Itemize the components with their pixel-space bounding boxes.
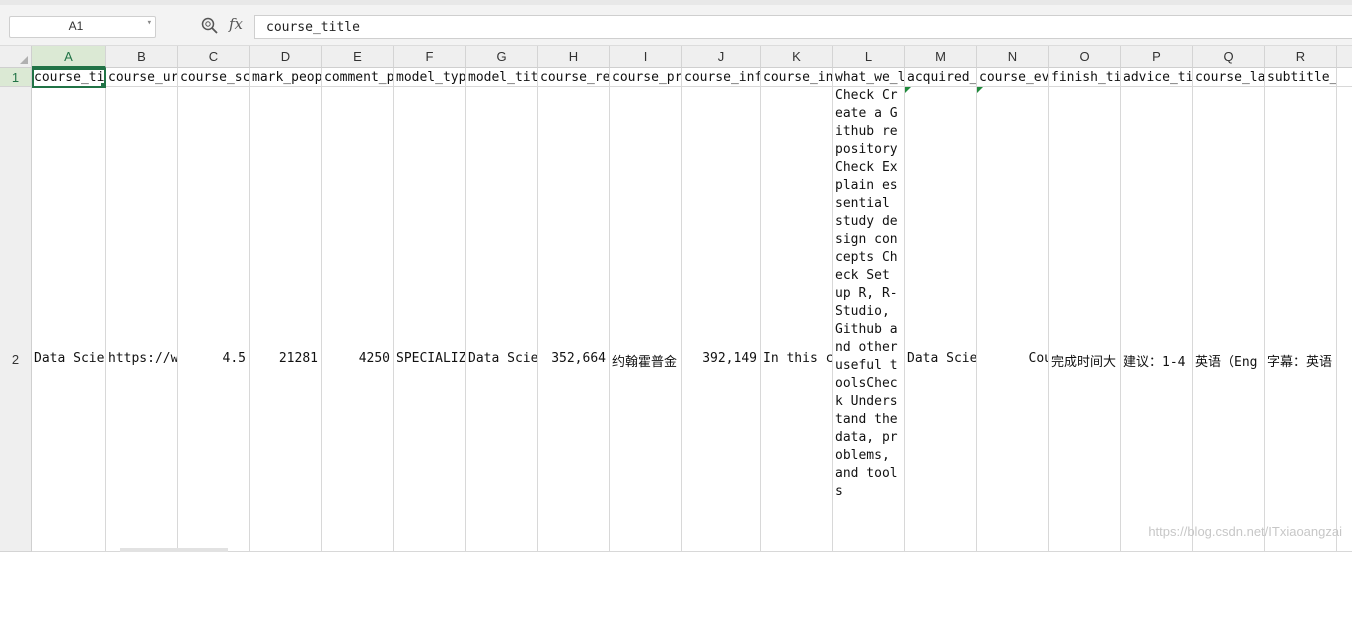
cell-q1[interactable]: course_la bbox=[1193, 68, 1265, 87]
column-header-i[interactable]: I bbox=[610, 46, 682, 68]
chevron-down-icon[interactable]: ▾ bbox=[147, 18, 152, 28]
select-all-corner[interactable] bbox=[0, 46, 32, 68]
column-header-r[interactable]: R bbox=[1265, 46, 1337, 68]
comment-indicator-icon bbox=[977, 87, 983, 93]
cell-q2[interactable]: 英语（Eng bbox=[1193, 87, 1265, 552]
horizontal-scrollbar[interactable] bbox=[120, 548, 228, 552]
cell-g2[interactable]: Data Scie bbox=[466, 87, 538, 552]
column-header-b[interactable]: B bbox=[106, 46, 178, 68]
cell-i1[interactable]: course_pr bbox=[610, 68, 682, 87]
column-header-a[interactable]: A bbox=[32, 46, 106, 68]
cell-p1[interactable]: advice_ti bbox=[1121, 68, 1193, 87]
cell-h2-value: 352,664 bbox=[551, 351, 606, 366]
cell-l2[interactable]: Check Create a Github repositoryCheck Ex… bbox=[833, 87, 905, 552]
column-header-j[interactable]: J bbox=[682, 46, 761, 68]
cell-d1[interactable]: mark_peop bbox=[250, 68, 322, 87]
cell-j2-value: 392,149 bbox=[702, 351, 757, 366]
cell-e1[interactable]: comment_p bbox=[322, 68, 394, 87]
column-header-s[interactable] bbox=[1337, 46, 1352, 68]
column-header-l[interactable]: L bbox=[833, 46, 905, 68]
column-header-c[interactable]: C bbox=[178, 46, 250, 68]
function-icon[interactable]: fx bbox=[229, 15, 243, 33]
cell-g1[interactable]: model_tit bbox=[466, 68, 538, 87]
cell-r2[interactable]: 字幕：英语 bbox=[1265, 87, 1337, 552]
name-box[interactable]: A1 ▾ bbox=[9, 16, 156, 38]
cell-c2[interactable]: 4.5 bbox=[178, 87, 250, 552]
cell-h1[interactable]: course_re bbox=[538, 68, 610, 87]
fill-handle[interactable] bbox=[101, 83, 106, 88]
cell-n2[interactable]: Cou bbox=[977, 87, 1049, 552]
cell-b2[interactable]: https://w bbox=[106, 87, 178, 552]
cell-e2-value: 4250 bbox=[358, 351, 390, 366]
zoom-search-icon[interactable] bbox=[200, 16, 220, 36]
name-box-value: A1 bbox=[68, 19, 84, 33]
cell-l1[interactable]: what_we_l bbox=[833, 68, 905, 87]
cell-o2[interactable]: 完成时间大 bbox=[1049, 87, 1121, 552]
cell-m1[interactable]: acquired_ bbox=[905, 68, 977, 87]
watermark: https://blog.csdn.net/ITxiaoangzai bbox=[1148, 524, 1342, 539]
cell-n2-value: Cou bbox=[1028, 351, 1048, 366]
column-header-m[interactable]: M bbox=[905, 46, 977, 68]
toolbar-strip bbox=[0, 0, 1352, 5]
cell-o2-value: 完成时间大 bbox=[1051, 355, 1117, 370]
column-header-e[interactable]: E bbox=[322, 46, 394, 68]
cell-j2[interactable]: 392,149 bbox=[682, 87, 761, 552]
cell-b1[interactable]: course_ur bbox=[106, 68, 178, 87]
cell-k1[interactable]: course_in bbox=[761, 68, 833, 87]
cell-r2-value: 字幕：英语 bbox=[1267, 355, 1333, 370]
column-header-g[interactable]: G bbox=[466, 46, 538, 68]
formula-bar[interactable]: course_title bbox=[254, 15, 1352, 39]
column-header-p[interactable]: P bbox=[1121, 46, 1193, 68]
column-header-f[interactable]: F bbox=[394, 46, 466, 68]
cell-b2-value: https://w bbox=[108, 351, 178, 366]
cell-j1[interactable]: course_inf bbox=[682, 68, 761, 87]
row-header-2[interactable]: 2 bbox=[0, 87, 32, 552]
cell-i2[interactable]: 约翰霍普金 bbox=[610, 87, 682, 552]
toolbar: A1 ▾ fx course_title bbox=[0, 0, 1352, 46]
column-header-d[interactable]: D bbox=[250, 46, 322, 68]
active-cell-selection bbox=[32, 68, 106, 88]
column-header-o[interactable]: O bbox=[1049, 46, 1121, 68]
cell-c1[interactable]: course_sc bbox=[178, 68, 250, 87]
cell-s1[interactable] bbox=[1337, 68, 1352, 87]
cell-k2[interactable]: In this c bbox=[761, 87, 833, 552]
cell-o1[interactable]: finish_ti bbox=[1049, 68, 1121, 87]
column-header-q[interactable]: Q bbox=[1193, 46, 1265, 68]
cell-h2[interactable]: 352,664 bbox=[538, 87, 610, 552]
cell-f1[interactable]: model_typ bbox=[394, 68, 466, 87]
column-header-k[interactable]: K bbox=[761, 46, 833, 68]
cell-k2-value: In this c bbox=[763, 351, 833, 366]
cell-n1[interactable]: course_ev bbox=[977, 68, 1049, 87]
cell-m2-value: Data Scie bbox=[907, 351, 977, 366]
cell-a2[interactable]: Data Scie bbox=[32, 87, 106, 552]
cell-a2-value: Data Scie bbox=[34, 351, 105, 366]
cell-r1[interactable]: subtitle_la bbox=[1265, 68, 1337, 87]
column-header-n[interactable]: N bbox=[977, 46, 1049, 68]
cell-s2[interactable] bbox=[1337, 87, 1352, 552]
cell-p2-value: 建议：1-4 bbox=[1123, 355, 1186, 370]
column-header-h[interactable]: H bbox=[538, 46, 610, 68]
comment-indicator-icon bbox=[905, 87, 911, 93]
cell-d2-value: 21281 bbox=[278, 351, 318, 366]
cell-q2-value: 英语（Eng bbox=[1195, 355, 1258, 370]
cell-p2[interactable]: 建议：1-4 bbox=[1121, 87, 1193, 552]
select-all-icon bbox=[20, 56, 28, 64]
cell-i2-value: 约翰霍普金 bbox=[612, 355, 678, 370]
formula-bar-value: course_title bbox=[266, 20, 360, 35]
row-header-1[interactable]: 1 bbox=[0, 68, 32, 87]
cell-f2-value: SPECIALIZ bbox=[396, 351, 466, 366]
cell-d2[interactable]: 21281 bbox=[250, 87, 322, 552]
cell-e2[interactable]: 4250 bbox=[322, 87, 394, 552]
cell-f2[interactable]: SPECIALIZ bbox=[394, 87, 466, 552]
cell-c2-value: 4.5 bbox=[222, 351, 246, 366]
cell-g2-value: Data Scie bbox=[468, 351, 538, 366]
cell-m2[interactable]: Data Scie bbox=[905, 87, 977, 552]
